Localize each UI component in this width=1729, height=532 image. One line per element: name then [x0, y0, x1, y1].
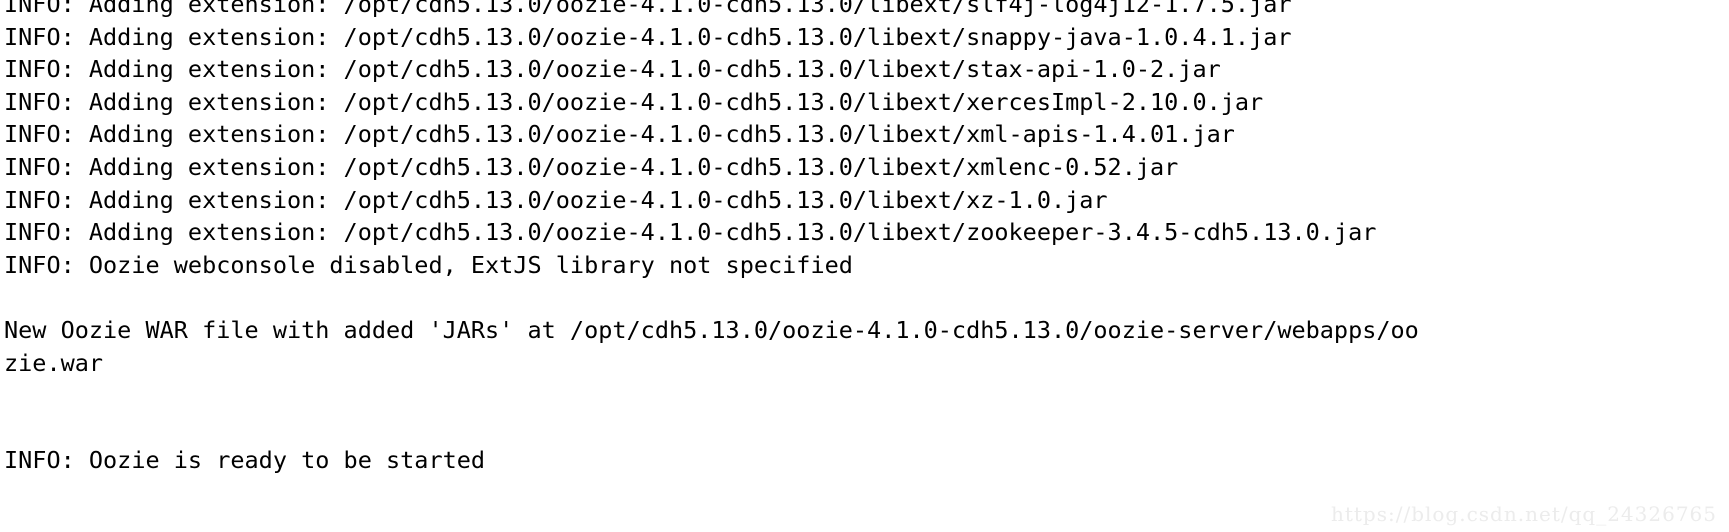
log-line: INFO: Adding extension: /opt/cdh5.13.0/o… [4, 185, 1108, 214]
log-line: INFO: Oozie is ready to be started [4, 446, 486, 475]
log-line: INFO: Adding extension: /opt/cdh5.13.0/o… [4, 55, 1221, 84]
log-line: INFO: Adding extension: /opt/cdh5.13.0/o… [4, 152, 1179, 181]
log-line: INFO: Adding extension: /opt/cdh5.13.0/o… [4, 0, 1292, 18]
console-log-lines: INFO: Adding extension: /opt/cdh5.13.0/o… [4, 0, 1729, 477]
log-line: zie.war [4, 348, 104, 377]
csdn-watermark: https://blog.csdn.net/qq_24326765 [1330, 502, 1717, 526]
log-line: INFO: Adding extension: /opt/cdh5.13.0/o… [4, 87, 1264, 116]
log-line-blank [4, 281, 1729, 314]
log-line: INFO: Adding extension: /opt/cdh5.13.0/o… [4, 120, 1235, 149]
log-line: INFO: Adding extension: /opt/cdh5.13.0/o… [4, 22, 1292, 51]
terminal-output-pane[interactable]: INFO: Adding extension: /opt/cdh5.13.0/o… [0, 0, 1729, 532]
log-line: INFO: Oozie webconsole disabled, ExtJS l… [4, 250, 853, 279]
log-line-blank [4, 379, 1729, 412]
log-line: New Oozie WAR file with added 'JARs' at … [4, 315, 1419, 344]
log-line: INFO: Adding extension: /opt/cdh5.13.0/o… [4, 218, 1377, 247]
log-line-blank [4, 412, 1729, 445]
